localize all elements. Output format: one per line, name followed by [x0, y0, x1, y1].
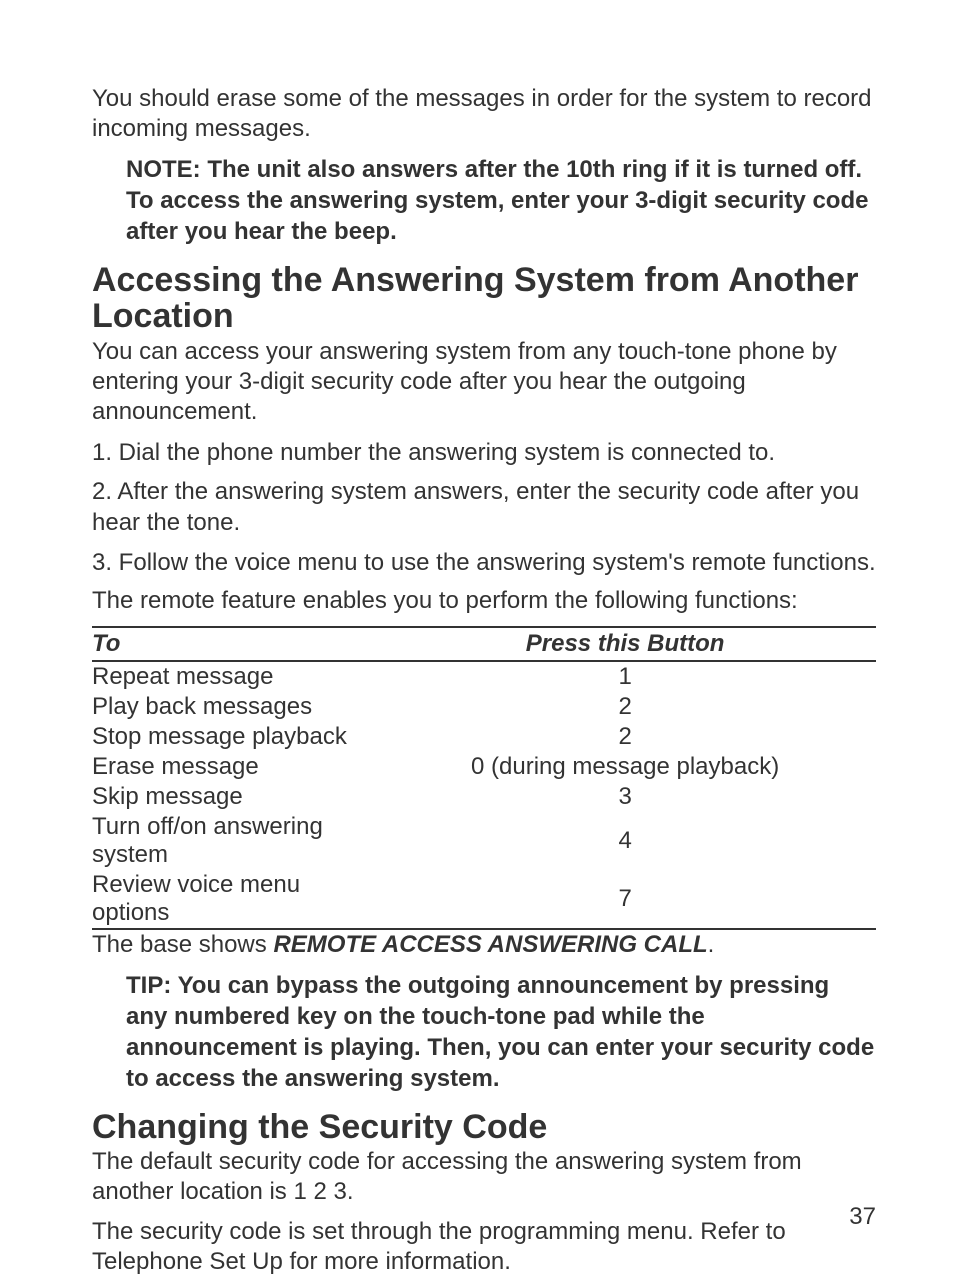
- table-cell-btn: 2: [374, 722, 876, 752]
- step-1: 1. Dial the phone number the answering s…: [92, 437, 876, 468]
- table-row: Repeat message 1: [92, 661, 876, 692]
- table-header-to: To: [92, 627, 374, 661]
- table-row: Review voice menu options 7: [92, 870, 876, 929]
- table-row: Play back messages 2: [92, 692, 876, 722]
- table-cell-to: Repeat message: [92, 661, 374, 692]
- table-cell-to: Play back messages: [92, 692, 374, 722]
- after-table-line: The base shows REMOTE ACCESS ANSWERING C…: [92, 930, 876, 960]
- section2-paragraph2: The security code is set through the pro…: [92, 1217, 876, 1277]
- table-cell-to: Turn off/on answering system: [92, 812, 374, 870]
- tip-block: TIP: You can bypass the outgoing announc…: [126, 970, 876, 1095]
- table-cell-to: Erase message: [92, 752, 374, 782]
- table-row: Skip message 3: [92, 782, 876, 812]
- remote-functions-table: To Press this Button Repeat message 1 Pl…: [92, 626, 876, 930]
- after-table-post: .: [708, 931, 715, 958]
- section-heading-changing: Changing the Security Code: [92, 1109, 876, 1146]
- table-cell-btn: 1: [374, 661, 876, 692]
- page-number: 37: [849, 1203, 876, 1231]
- step-3: 3. Follow the voice menu to use the answ…: [92, 547, 876, 578]
- after-table-pre: The base shows: [92, 931, 273, 958]
- table-cell-btn: 0 (during message playback): [374, 752, 876, 782]
- table-cell-to: Skip message: [92, 782, 374, 812]
- section1-paragraph2: The remote feature enables you to perfor…: [92, 586, 876, 616]
- table-cell-btn: 4: [374, 812, 876, 870]
- step-2: 2. After the answering system answers, e…: [92, 476, 876, 538]
- note-block: NOTE: The unit also answers after the 10…: [126, 154, 876, 248]
- section2-paragraph1: The default security code for accessing …: [92, 1147, 876, 1207]
- table-row: Stop message playback 2: [92, 722, 876, 752]
- table-row: Erase message 0 (during message playback…: [92, 752, 876, 782]
- table-cell-btn: 2: [374, 692, 876, 722]
- table-cell-to: Review voice menu options: [92, 870, 374, 929]
- table-row: Turn off/on answering system 4: [92, 812, 876, 870]
- intro-paragraph: You should erase some of the messages in…: [92, 84, 876, 144]
- table-cell-btn: 3: [374, 782, 876, 812]
- section-heading-accessing: Accessing the Answering System from Anot…: [92, 262, 876, 335]
- section1-paragraph1: You can access your answering system fro…: [92, 337, 876, 427]
- after-table-bold: REMOTE ACCESS ANSWERING CALL: [273, 931, 707, 958]
- table-header-button: Press this Button: [374, 627, 876, 661]
- table-cell-to: Stop message playback: [92, 722, 374, 752]
- table-cell-btn: 7: [374, 870, 876, 929]
